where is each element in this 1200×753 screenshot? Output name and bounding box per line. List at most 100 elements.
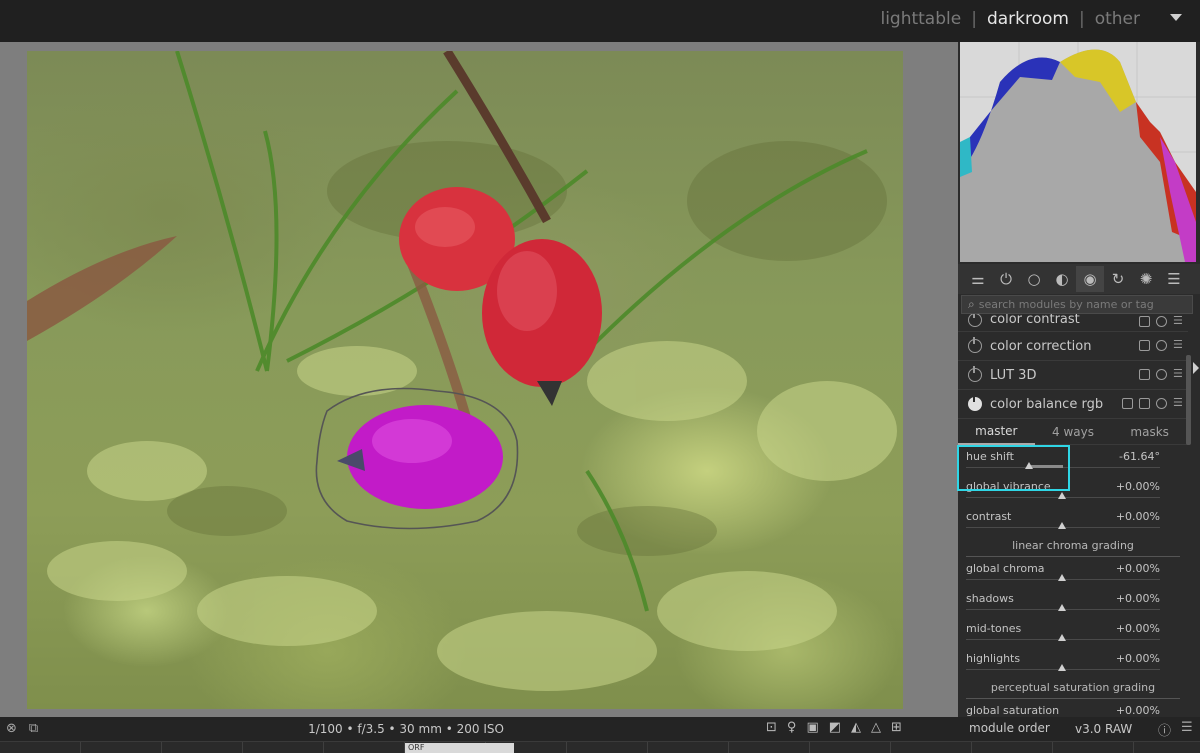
module-color-balance-rgb[interactable]: color balance rgb ☰: [958, 390, 1188, 419]
reset-icon[interactable]: [1156, 398, 1167, 409]
slider-mid-tones[interactable]: mid-tones +0.00%: [958, 617, 1188, 647]
slider-highlights[interactable]: highlights +0.00%: [958, 647, 1188, 677]
circle-icon[interactable]: ○: [1020, 266, 1048, 292]
filmstrip-thumb[interactable]: [324, 742, 405, 753]
presets-icon[interactable]: ☰: [1173, 397, 1184, 409]
filmstrip-selected-thumb[interactable]: ORF: [405, 743, 514, 753]
filmstrip-thumb[interactable]: [648, 742, 729, 753]
exif-info: 1/100 • f/3.5 • 30 mm • 200 ISO: [308, 722, 504, 736]
panel-scrollbar[interactable]: [1186, 355, 1191, 445]
slider-value: -61.64°: [1119, 450, 1160, 463]
filmstrip-thumb[interactable]: [0, 742, 81, 753]
module-name: color contrast: [990, 314, 1080, 327]
filmstrip-thumb[interactable]: [567, 742, 648, 753]
module-actions: ☰: [1139, 315, 1184, 327]
menu-icon[interactable]: ☰: [1181, 720, 1193, 739]
presets-icon[interactable]: ☰: [1173, 368, 1184, 380]
power-icon[interactable]: [968, 395, 982, 411]
guides-icon[interactable]: ⊞: [891, 720, 902, 735]
presets-icon[interactable]: ☰: [1173, 315, 1184, 327]
tab-4-ways[interactable]: 4 ways: [1035, 425, 1112, 439]
view-other[interactable]: other: [1095, 9, 1140, 29]
filmstrip-thumb[interactable]: [1053, 742, 1134, 753]
filmstrip-thumb[interactable]: [162, 742, 243, 753]
slider-label: global chroma: [966, 562, 1045, 575]
filmstrip-thumb[interactable]: [243, 742, 324, 753]
slider-contrast[interactable]: contrast +0.00%: [958, 505, 1188, 535]
color-icon[interactable]: ◉: [1076, 266, 1104, 292]
histogram[interactable]: [960, 42, 1196, 262]
power-icon[interactable]: [968, 366, 982, 382]
tab-master[interactable]: master: [958, 419, 1035, 445]
module-color-contrast[interactable]: color contrast ☰: [958, 314, 1188, 332]
photo-image: [27, 51, 897, 691]
multi-instance-icon[interactable]: [1139, 398, 1150, 409]
module-name: color balance rgb: [990, 396, 1104, 412]
photo-preview[interactable]: [27, 51, 903, 709]
menu-icon[interactable]: ☰: [1160, 266, 1188, 292]
mask-icon[interactable]: [1122, 398, 1133, 409]
slider-handle[interactable]: [1058, 522, 1066, 529]
softproof-icon[interactable]: ◭: [851, 720, 861, 735]
tone-icon[interactable]: ◐: [1048, 266, 1076, 292]
reset-icon[interactable]: [1156, 340, 1167, 351]
power-icon[interactable]: ⏻: [992, 266, 1020, 292]
slider-value: +0.00%: [1115, 704, 1160, 717]
slider-handle[interactable]: [1058, 492, 1066, 499]
power-icon[interactable]: [968, 314, 982, 327]
effect-icon[interactable]: ✺: [1132, 266, 1160, 292]
bulb-icon[interactable]: ♀: [787, 720, 797, 735]
module-actions: ☰: [1139, 368, 1184, 380]
power-icon[interactable]: [968, 337, 982, 353]
filmstrip-thumb[interactable]: [81, 742, 162, 753]
slider-shadows[interactable]: shadows +0.00%: [958, 587, 1188, 617]
slider-handle[interactable]: [1058, 664, 1066, 671]
module-list: color contrast ☰ color correction ☰ LUT …: [958, 314, 1188, 717]
module-group-bar: ⚌ ⏻ ○ ◐ ◉ ↻ ✺ ☰: [958, 264, 1200, 294]
multi-instance-icon[interactable]: [1139, 340, 1150, 351]
view-lighttable[interactable]: lighttable: [880, 9, 961, 29]
filmstrip[interactable]: ORF: [0, 741, 1200, 753]
filmstrip-thumb[interactable]: [729, 742, 810, 753]
module-search[interactable]: ⌕ search modules by name or tag: [961, 295, 1193, 314]
presets-icon[interactable]: ⚌: [964, 266, 992, 292]
slider-value: +0.00%: [1115, 562, 1160, 575]
correct-icon[interactable]: ↻: [1104, 266, 1132, 292]
slider-value: +0.00%: [1115, 652, 1160, 665]
view-darkroom[interactable]: darkroom: [987, 9, 1069, 29]
slider-global-chroma[interactable]: global chroma +0.00%: [958, 557, 1188, 587]
slider-label: contrast: [966, 510, 1012, 523]
slider-global-saturation[interactable]: global saturation +0.00%: [958, 699, 1188, 717]
filmstrip-thumb[interactable]: [972, 742, 1053, 753]
bottom-bar: ⊗ ⧉ 1/100 • f/3.5 • 30 mm • 200 ISO ⊡ ♀ …: [0, 717, 1200, 741]
gamut-check-icon[interactable]: △: [871, 720, 881, 735]
chevron-down-icon[interactable]: [1170, 14, 1182, 21]
focus-highlight: [957, 445, 1070, 491]
reset-icon[interactable]: [1156, 316, 1167, 327]
slider-value: +0.00%: [1115, 510, 1160, 523]
section-linear-chroma: linear chroma grading: [966, 535, 1180, 557]
slider-handle[interactable]: [1058, 604, 1066, 611]
module-color-correction[interactable]: color correction ☰: [958, 332, 1188, 361]
slider-handle[interactable]: [1058, 574, 1066, 581]
center-view[interactable]: [0, 42, 958, 717]
focus-peaking-icon[interactable]: ⊡: [766, 720, 777, 735]
module-lut-3d[interactable]: LUT 3D ☰: [958, 361, 1188, 390]
view-toggles: ⊡ ♀ ▣ ◩ ◭ △ ⊞: [766, 720, 902, 735]
clipping-icon[interactable]: ◩: [829, 720, 841, 735]
filmstrip-thumb[interactable]: [891, 742, 972, 753]
slider-label: shadows: [966, 592, 1014, 605]
info-icon[interactable]: ⓘ: [1158, 720, 1171, 739]
reset-icon[interactable]: [1156, 369, 1167, 380]
raw-overexposed-icon[interactable]: ▣: [806, 720, 818, 735]
presets-icon[interactable]: ☰: [1173, 339, 1184, 351]
multi-instance-icon[interactable]: [1139, 369, 1150, 380]
collapse-panel-icon[interactable]: [1193, 362, 1199, 374]
filmstrip-thumb[interactable]: [810, 742, 891, 753]
module-order-value[interactable]: v3.0 RAW: [1075, 722, 1132, 736]
slider-handle[interactable]: [1058, 634, 1066, 641]
multi-instance-icon[interactable]: [1139, 316, 1150, 327]
slider-label: mid-tones: [966, 622, 1022, 635]
section-perceptual-saturation: perceptual saturation grading: [966, 677, 1180, 699]
tab-masks[interactable]: masks: [1111, 425, 1188, 439]
